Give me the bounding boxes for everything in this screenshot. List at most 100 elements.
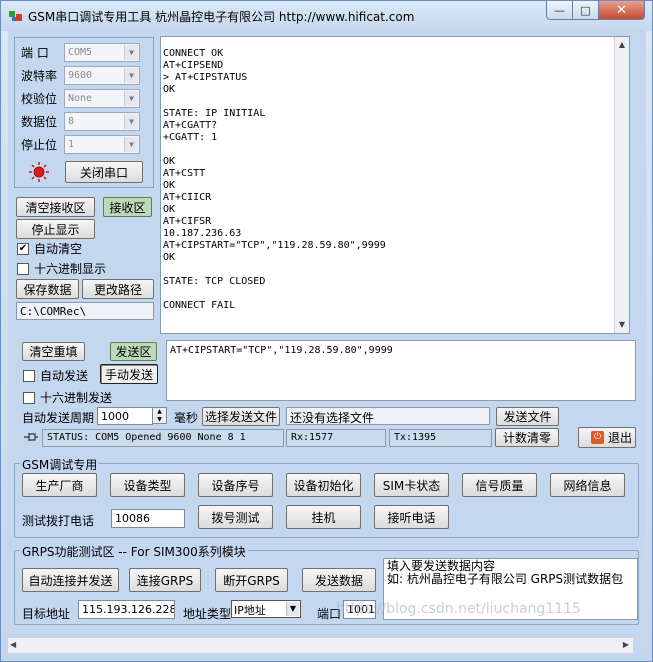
stopbits-select[interactable]: 1 ▼	[64, 134, 140, 154]
clear-receive-button[interactable]: 清空接收区	[16, 197, 95, 217]
disconnect-gprs-button[interactable]: 断开GRPS	[215, 568, 288, 592]
checkbox-empty-icon	[23, 391, 35, 404]
clear-resend-button[interactable]: 清空重填	[22, 342, 85, 361]
checkbox-empty-icon	[17, 262, 29, 275]
port-status-led-icon	[29, 162, 49, 182]
device-init-button[interactable]: 设备初始化	[286, 473, 361, 497]
auto-send-checkbox[interactable]: 自动发送	[23, 367, 88, 384]
scroll-left-icon: ◀	[10, 640, 17, 649]
close-button[interactable]: ✕	[598, 1, 645, 20]
gsm-group-title: GSM调试专用	[20, 456, 100, 473]
hex-display-label: 十六进制显示	[34, 262, 107, 276]
status-text: STATUS: COM5 Opened 9600 None 8 1	[42, 429, 284, 447]
auto-connect-send-button[interactable]: 自动连接并发送	[22, 568, 119, 592]
receive-text: CONNECT OK AT+CIPSEND > AT+CIPSTATUS OK …	[163, 48, 386, 311]
auto-clear-checkbox[interactable]: ✔ 自动清空	[17, 240, 82, 257]
connect-gprs-button[interactable]: 连接GRPS	[129, 568, 201, 592]
chevron-down-icon: ▼	[124, 113, 138, 129]
baud-select[interactable]: 9600 ▼	[64, 65, 140, 85]
databits-row: 数据位 8 ▼	[21, 111, 140, 131]
parity-select[interactable]: None ▼	[64, 88, 140, 108]
rx-counter: Rx:1577	[286, 429, 386, 447]
hex-display-checkbox[interactable]: 十六进制显示	[17, 260, 106, 277]
databits-label: 数据位	[21, 114, 58, 129]
minimize-icon: —	[554, 3, 565, 17]
send-textarea[interactable]: AT+CIPSTART="TCP","119.28.59.80",9999	[166, 340, 636, 401]
receive-vertical-scrollbar[interactable]: ▲ ▼	[614, 37, 629, 333]
save-data-button[interactable]: 保存数据	[16, 279, 79, 299]
stopbits-row: 停止位 1 ▼	[21, 134, 140, 154]
minimize-button[interactable]: —	[546, 1, 573, 20]
period-label: 自动发送周期	[22, 411, 95, 425]
target-address-input[interactable]: 115.193.126.228	[78, 600, 175, 619]
chevron-down-icon: ▼	[124, 44, 138, 60]
maximize-button[interactable]: □	[572, 1, 599, 20]
hangup-button[interactable]: 挂机	[286, 505, 361, 529]
scroll-up-icon: ▲	[618, 40, 626, 49]
gprs-group-title: GRPS功能测试区 -- For SIM300系列模块	[20, 543, 248, 560]
network-info-button[interactable]: 网络信息	[550, 473, 625, 497]
baud-label: 波特率	[21, 68, 58, 83]
spin-up-icon: ▲	[157, 408, 162, 415]
target-label: 目标地址	[22, 607, 71, 621]
manufacturer-button[interactable]: 生产厂商	[22, 473, 97, 497]
change-path-button[interactable]: 更改路径	[82, 279, 154, 299]
address-type-label: 地址类型	[183, 607, 232, 621]
send-data-button[interactable]: 发送数据	[302, 568, 376, 592]
port-value: COM5	[68, 46, 93, 58]
chevron-down-icon: ▼	[286, 602, 299, 616]
tx-counter: Tx:1395	[389, 429, 492, 447]
period-spinner[interactable]: ▲ ▼	[153, 407, 167, 424]
send-text: AT+CIPSTART="TCP","119.28.59.80",9999	[170, 345, 393, 356]
app-window: GSM串口调试专用工具 杭州晶控电子有限公司 http://www.hifica…	[0, 0, 653, 662]
stopbits-value: 1	[68, 138, 75, 150]
maximize-icon: □	[580, 3, 591, 17]
device-serial-button[interactable]: 设备序号	[198, 473, 273, 497]
databits-value: 8	[68, 115, 75, 127]
receive-textarea[interactable]: CONNECT OK AT+CIPSEND > AT+CIPSTATUS OK …	[160, 36, 630, 334]
watermark: https://blog.csdn.net/liuchang1115	[336, 601, 581, 617]
auto-send-label: 自动发送	[40, 369, 89, 383]
selected-file-field: 还没有选择文件	[286, 407, 490, 425]
auto-clear-label: 自动清空	[34, 242, 83, 256]
ms-label: 毫秒	[174, 411, 199, 425]
dial-test-button[interactable]: 拨号测试	[198, 505, 273, 529]
send-area-badge: 发送区	[110, 342, 157, 361]
baud-row: 波特率 9600 ▼	[21, 65, 140, 85]
scroll-down-icon: ▼	[618, 320, 626, 329]
dial-number-input[interactable]: 10086	[111, 509, 185, 528]
answer-call-button[interactable]: 接听电话	[374, 505, 449, 529]
gprs-text-line2: 如: 杭州晶控电子有限公司 GRPS测试数据包	[387, 572, 624, 586]
stopbits-label: 停止位	[21, 137, 58, 152]
address-type-select[interactable]: IP地址 ▼	[231, 600, 301, 618]
close-port-button[interactable]: 关闭串口	[65, 161, 143, 183]
sim-status-button[interactable]: SIM卡状态	[374, 473, 449, 497]
select-file-button[interactable]: 选择发送文件	[202, 407, 280, 426]
hex-send-label: 十六进制发送	[40, 391, 113, 405]
send-file-button[interactable]: 发送文件	[496, 407, 559, 426]
hex-send-checkbox[interactable]: 十六进制发送	[23, 389, 112, 406]
databits-select[interactable]: 8 ▼	[64, 111, 140, 131]
close-icon: ✕	[616, 2, 627, 18]
port-label: 端 口	[21, 45, 49, 60]
title-bar: GSM串口调试专用工具 杭州晶控电子有限公司 http://www.hifica…	[1, 1, 652, 31]
app-icon	[9, 11, 22, 21]
port-select[interactable]: COM5 ▼	[64, 42, 140, 62]
chevron-down-icon: ▼	[124, 67, 138, 83]
spin-down-icon: ▼	[157, 416, 162, 423]
stop-display-button[interactable]: 停止显示	[16, 219, 95, 239]
save-path-field: C:\COMRec\	[16, 302, 154, 320]
exit-label: 退出	[608, 431, 633, 445]
manual-send-button[interactable]: 手动发送	[100, 364, 158, 384]
chevron-down-icon: ▼	[124, 136, 138, 152]
power-icon: ⏻	[591, 431, 604, 444]
parity-row: 校验位 None ▼	[21, 88, 140, 108]
signal-quality-button[interactable]: 信号质量	[462, 473, 537, 497]
period-input[interactable]: 1000	[97, 407, 153, 425]
count-clear-button[interactable]: 计数清零	[495, 428, 559, 447]
baud-value: 9600	[68, 69, 93, 81]
horizontal-scrollbar[interactable]: ◀ ▶	[8, 637, 633, 653]
exit-button[interactable]: ⏻ 退出	[578, 427, 636, 448]
device-type-button[interactable]: 设备类型	[110, 473, 185, 497]
pin-icon	[24, 433, 38, 441]
